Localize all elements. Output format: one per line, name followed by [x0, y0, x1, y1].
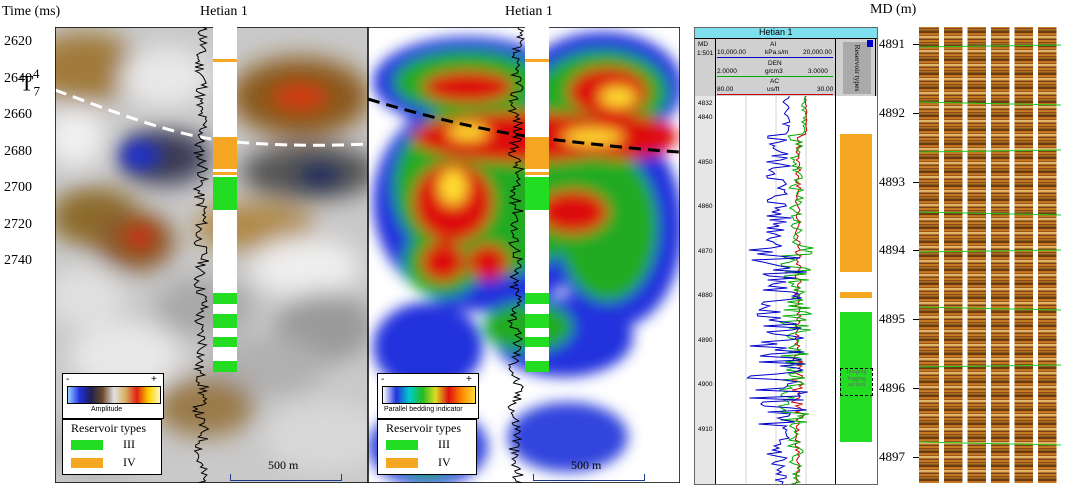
den-unit: g/cm3 — [765, 68, 783, 75]
depth-tick-label: 4890 — [698, 336, 713, 344]
ac-unit: us/ft — [767, 86, 780, 93]
ai-max: 20,000.00 — [803, 49, 832, 56]
legend-swatch-IV — [71, 458, 103, 468]
colorbar-min: - — [381, 374, 385, 385]
md-tick-label: 4892 — [879, 104, 905, 120]
amplitude-colorbar — [67, 386, 161, 404]
colorbar-min: - — [66, 374, 70, 385]
depth-tick-label: 4832 — [698, 100, 713, 107]
log-curves — [745, 96, 814, 484]
amplitude-colorbar-box: - + Amplitude — [62, 373, 164, 419]
depth-tick-label: 4860 — [698, 203, 713, 210]
well-column-2 — [525, 27, 549, 372]
time-tick-label: 2720 — [4, 216, 32, 232]
md-tick-label: 4891 — [879, 36, 905, 51]
bedding-panel-title: Hetian 1 — [505, 4, 553, 19]
ai-curve-name: AI — [770, 41, 777, 48]
den-curve-name: DEN — [768, 60, 782, 67]
depth-tick-label: 4900 — [698, 381, 713, 388]
well-column-1 — [213, 27, 237, 372]
scale-bar-2 — [533, 474, 645, 481]
legend-title: Reservoir types — [71, 421, 146, 435]
time-tick-label: 2620 — [4, 34, 32, 49]
md-axis-label: MD (m) — [870, 2, 917, 17]
den-max: 3.0000 — [808, 68, 828, 75]
depth-tick-label: 4870 — [698, 247, 713, 255]
ac-max: 30.00 — [817, 86, 834, 93]
scale-label-2: 500 m — [571, 458, 602, 472]
time-tick-label: 2660 — [4, 107, 32, 122]
bedding-colorbar-label: Parallel bedding indicator — [384, 406, 463, 413]
depth-tick-label: 4910 — [698, 425, 713, 433]
legend-title: Reservoir types — [386, 421, 461, 435]
colorbar-max: + — [466, 374, 472, 385]
reservoir-legend-1: Reservoir types III IV — [62, 419, 162, 475]
md-tick-label: 4894 — [879, 242, 905, 258]
time-tick-label: 2700 — [4, 180, 32, 195]
depth-tick-label: 4880 — [698, 292, 713, 299]
scale-bar-1 — [230, 474, 342, 481]
scale-header: 1:501 — [697, 50, 714, 57]
reservoir-legend-2: Reservoir types III IV — [377, 419, 477, 475]
ai-unit: kPa.s/m — [765, 49, 789, 56]
legend-label-III: III — [123, 437, 135, 451]
legend-label-IV: IV — [123, 455, 136, 469]
time-axis-label: Time (ms) — [2, 4, 61, 19]
colorbar-max: + — [151, 374, 157, 385]
bedding-colorbar-box: - + Parallel bedding indicator — [377, 373, 479, 419]
reservoir-types-header: Reservoir types — [843, 42, 871, 94]
horizon-label: T74 — [20, 66, 40, 99]
md-tick-label: 4896 — [879, 380, 905, 395]
den-min: 2.0000 — [717, 68, 737, 75]
amplitude-panel-title: Hetian 1 — [200, 4, 248, 19]
ac-min: 80.00 — [717, 86, 734, 93]
scale-label-1: 500 m — [268, 458, 299, 472]
legend-label-III: III — [438, 437, 450, 451]
amplitude-colorbar-label: Amplitude — [91, 406, 123, 413]
legend-swatch-III — [71, 440, 103, 450]
ac-curve-name: AC — [770, 78, 780, 85]
depth-tick-label: 4840 — [698, 114, 713, 121]
legend-label-IV: IV — [438, 455, 451, 469]
well-log-panel: Hetian 1 MD 1:501 AI 10,000.00 kPa.s/m 2… — [694, 27, 878, 485]
image-log — [919, 27, 1061, 483]
md-tick-label: 4895 — [879, 311, 905, 327]
reservoir-track: Imaging logging section — [836, 96, 876, 484]
depth-tick-label: 4850 — [698, 158, 713, 166]
well-log-title: Hetian 1 — [695, 27, 877, 39]
md-tick-label: 4893 — [879, 173, 905, 189]
time-tick-label: 2740 — [4, 253, 32, 268]
legend-swatch-IV — [386, 458, 418, 468]
imaging-section-box: Imaging logging section — [840, 368, 873, 396]
md-tick-label: 4897 — [879, 448, 905, 464]
ai-min: 10,000.00 — [717, 49, 746, 56]
md-header: MD — [698, 41, 709, 48]
time-tick-label: 2680 — [4, 143, 32, 159]
bedding-colorbar — [382, 386, 476, 404]
legend-swatch-III — [386, 440, 418, 450]
